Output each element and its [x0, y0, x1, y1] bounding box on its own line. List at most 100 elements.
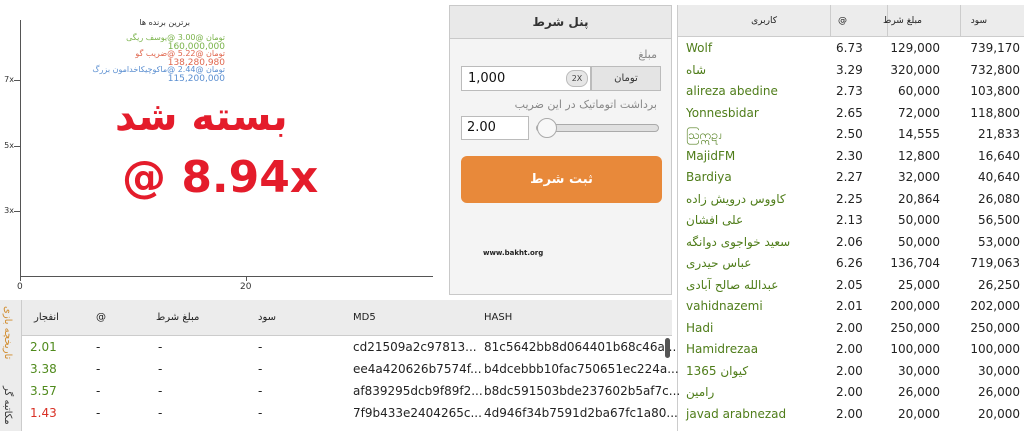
- player-name: سعید خواجوی دوانگه: [686, 234, 791, 249]
- player-multiplier: 2.50: [836, 127, 863, 141]
- player-profit: 732,800: [970, 62, 1020, 77]
- history-table: انفجار @ مبلغ شرط سود MD5 HASH 2.01 - - - cd…: [22, 300, 680, 431]
- player-name: vahidnazemi: [686, 299, 763, 313]
- player-profit: 26,250: [978, 277, 1020, 292]
- player-multiplier: 2.25: [836, 191, 863, 206]
- place-bet-button[interactable]: ثبت شرط: [461, 156, 662, 203]
- history-hash: b4dcebbb10fac750651ec224a...: [484, 362, 679, 376]
- tab-chat[interactable]: مکاتبه گر: [2, 386, 13, 425]
- player-row: عبدالله صالح آبادی 2.05 25,000 26,250: [678, 275, 1024, 296]
- player-row: Wolf 6.73 129,000 739,170: [678, 38, 1024, 59]
- player-row: عباس حیدری 6.26 136,704 719,063: [678, 253, 1024, 274]
- player-bet: 26,000: [898, 385, 940, 399]
- player-bet: 50,000: [898, 213, 940, 227]
- history-hash: b8dc591503bde237602b5af7c...: [484, 384, 681, 398]
- history-md5: cd21509a2c97813...: [353, 340, 477, 354]
- history-md5: af839295dcb9f89f2...: [353, 384, 483, 398]
- player-name: MajidFM: [686, 148, 736, 163]
- player-bet: 30,000: [898, 363, 940, 378]
- auto-cashout-label: برداشت اتوماتیک در این ضریب: [514, 98, 657, 111]
- player-name: رامین: [686, 385, 715, 399]
- player-multiplier: 2.65: [836, 105, 863, 120]
- player-row: vahidnazemi 2.01 200,000 202,000: [678, 296, 1024, 317]
- player-multiplier: 2.30: [836, 148, 863, 163]
- crash-value: 1.43: [30, 406, 57, 420]
- x-tick-label: 0: [17, 282, 23, 292]
- player-profit: 40,640: [978, 170, 1020, 184]
- player-row: ဩဣဍၪ 2.50 14,555 21,833: [678, 124, 1024, 145]
- y-tick: [14, 211, 20, 212]
- history-row[interactable]: 2.01 - - - cd21509a2c97813... 81c5642bb8d0644…: [22, 337, 676, 358]
- player-multiplier: 3.29: [836, 62, 863, 77]
- history-row[interactable]: 3.57 - - - af839295dcb9f89f2... b8dc591503bde…: [22, 381, 680, 402]
- top-winners-title: برترین برنده ها: [139, 18, 190, 27]
- y-tick-label: 7x: [4, 75, 14, 84]
- column-hash: HASH: [484, 312, 513, 323]
- player-bet: 20,000: [898, 406, 940, 421]
- player-multiplier: 2.00: [836, 342, 863, 356]
- history-row[interactable]: 1.43 - - - 7f9b433e2404265c... 4d946f34b7591d…: [22, 403, 678, 424]
- currency-button[interactable]: تومان: [591, 66, 661, 91]
- player-row: javad arabnezad 2.00 20,000 20,000: [678, 404, 1024, 425]
- history-bet: -: [158, 362, 163, 376]
- player-row: Bardiya 2.27 32,000 40,640: [678, 167, 1024, 188]
- x-tick: [20, 276, 21, 281]
- history-bet: -: [158, 340, 163, 354]
- history-md5: ee4a420626b7574f...: [353, 362, 482, 376]
- top-winner-item: تومان @2.44 @ماکوچیکاخدامون بزرگ 115,200…: [92, 65, 225, 84]
- player-name: علی افشان: [686, 213, 744, 227]
- history-profit: -: [258, 362, 263, 376]
- top-winner-line: تومان @2.44 @ماکوچیکاخدامون بزرگ: [92, 65, 225, 74]
- player-multiplier: 2.00: [836, 385, 863, 399]
- player-multiplier: 2.13: [836, 213, 863, 227]
- player-row: رامین 2.00 26,000 26,000: [678, 382, 1024, 403]
- player-bet: 50,000: [898, 234, 940, 249]
- column-bet: مبلغ شرط: [156, 312, 200, 323]
- column-profit: سود: [258, 312, 276, 323]
- player-name: Hadi: [686, 320, 714, 335]
- player-profit: 100,000: [970, 342, 1020, 356]
- player-multiplier: 2.00: [836, 320, 863, 335]
- player-profit: 30,000: [978, 363, 1020, 378]
- y-tick: [14, 80, 20, 81]
- crash-game-screen: 7x 5x 3x 0 20 برترین برنده ها تومان @3.0…: [0, 0, 1024, 431]
- slider-handle[interactable]: [537, 118, 557, 138]
- history-profit: -: [258, 384, 263, 398]
- history-md5: 7f9b433e2404265c...: [353, 406, 482, 420]
- tab-game-history[interactable]: تاریخچه بازی: [2, 306, 13, 359]
- column-bet: مبلغ شرط: [883, 16, 922, 26]
- game-bust-multiplier: @ 8.94x: [122, 152, 319, 203]
- history-table-header: انفجار @ مبلغ شرط سود MD5 HASH: [22, 300, 672, 336]
- player-name: کاووس درویش زاده: [686, 191, 786, 206]
- game-bust-title: بسته شد: [115, 94, 288, 140]
- history-profit: -: [258, 406, 263, 420]
- player-profit: 103,800: [970, 84, 1020, 98]
- history-hash: 81c5642bb8d064401b68c46a...: [484, 340, 677, 354]
- bet-panel: پنل شرط مبلغ 1,000 2X تومان برداشت اتوما…: [449, 5, 672, 295]
- player-profit: 20,000: [978, 406, 1020, 421]
- column-crash: انفجار: [34, 312, 59, 323]
- top-winner-line: تومان @5.22 @ضریب گو: [135, 49, 225, 58]
- player-name: alireza abedine: [686, 84, 778, 98]
- player-row: Yonnesbidar 2.65 72,000 118,800: [678, 103, 1024, 124]
- player-bet: 72,000: [898, 105, 940, 120]
- player-bet: 136,704: [890, 256, 940, 270]
- y-tick: [14, 146, 20, 147]
- player-name: javad arabnezad: [686, 406, 787, 421]
- player-bet: 32,000: [898, 170, 940, 184]
- auto-cashout-input[interactable]: 2.00: [461, 116, 529, 140]
- history-row[interactable]: 3.38 - - - ee4a420626b7574f... b4dcebbb10fac7…: [22, 359, 679, 380]
- player-name: Wolf: [686, 41, 713, 55]
- player-profit: 250,000: [970, 320, 1020, 335]
- double-amount-button[interactable]: 2X: [566, 70, 588, 87]
- player-profit: 202,000: [970, 299, 1020, 313]
- player-row: علی افشان 2.13 50,000 56,500: [678, 210, 1024, 231]
- site-url: www.bakht.org: [483, 249, 544, 257]
- players-table-header: کاربری @ مبلغ شرط سود: [678, 5, 1024, 37]
- column-divider: [830, 5, 831, 37]
- column-md5: MD5: [353, 312, 376, 323]
- player-multiplier: 2.00: [836, 406, 863, 421]
- history-bet: -: [158, 406, 163, 420]
- history-scrollbar[interactable]: [665, 338, 670, 358]
- player-name: Yonnesbidar: [686, 105, 759, 120]
